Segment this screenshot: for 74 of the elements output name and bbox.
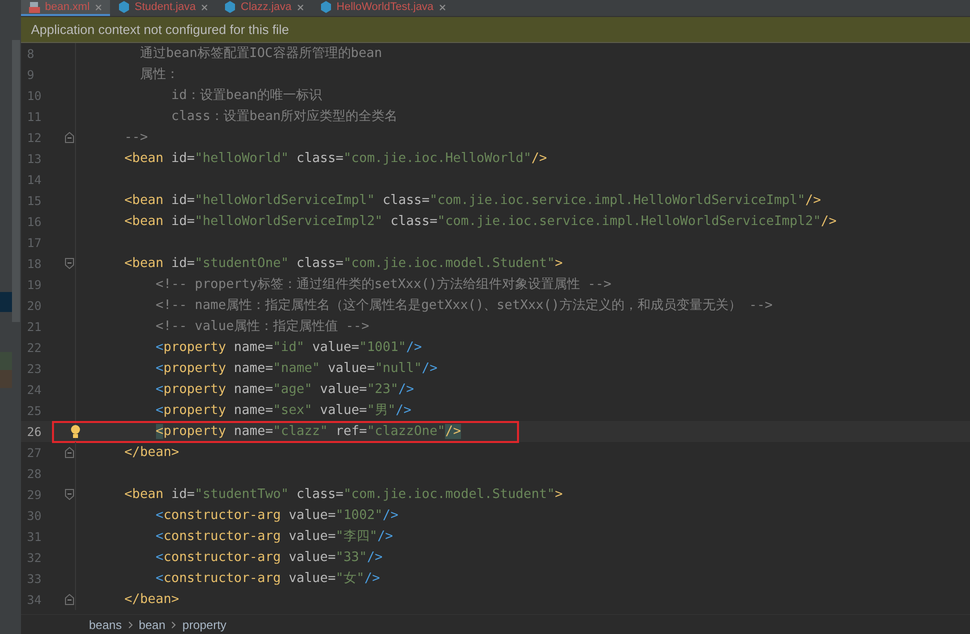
class-file-icon	[320, 1, 332, 13]
code-line: <property name="sex" value="男"/>	[154, 402, 412, 420]
line-number: 26	[26, 424, 42, 440]
code-line: <bean id="studentTwo" class="com.jie.ioc.model.Student">	[123, 486, 563, 504]
line-number: 27	[26, 444, 42, 462]
fold-icon[interactable]	[65, 258, 74, 269]
line-number: 9	[26, 66, 36, 84]
line-number: 17	[26, 234, 42, 252]
line-number: 13	[26, 150, 42, 168]
code-line: <bean id="helloWorldServiceImpl" class="com.jie.ioc.service.impl.HelloWorldServiceImpl"/>	[123, 192, 821, 210]
line-number: 34	[26, 592, 42, 608]
close-icon[interactable]	[200, 4, 208, 10]
code-line: </bean>	[123, 444, 180, 462]
fold-icon[interactable]	[65, 132, 74, 143]
line-number: 28	[26, 466, 42, 482]
editor-tab[interactable]: Student.java	[110, 0, 216, 16]
code-line: <!-- property标签：通过组件类的setXxx()方法给组件对象设置属性 -->	[154, 276, 612, 294]
code-line: id：设置bean的唯一标识	[170, 86, 322, 104]
code-line: <bean id="studentOne" class="com.jie.ioc.model.Student">	[123, 254, 563, 272]
editor-tab[interactable]: bean.xml	[21, 0, 110, 16]
line-number: 25	[26, 402, 42, 420]
line-number: 22	[26, 340, 42, 356]
code-line: </bean>	[123, 590, 180, 608]
code-line: <bean id="helloWorld" class="com.jie.ioc.HelloWorld"/>	[123, 150, 547, 168]
code-line: <constructor-arg value="33"/>	[154, 548, 383, 566]
editor-tab[interactable]: HelloWorldTest.java	[312, 0, 454, 16]
code-line: <bean id="helloWorldServiceImpl2" class="com.jie.ioc.service.impl.HelloWorldServiceImpl2"/>	[123, 212, 837, 230]
code-line: <property name="age" value="23"/>	[154, 380, 414, 398]
editor-tab[interactable]: Clazz.java	[216, 0, 312, 16]
line-number: 29	[26, 486, 42, 504]
code-line: -->	[123, 128, 148, 146]
code-line: <property name="name" value="null"/>	[154, 360, 438, 378]
code-line: class：设置bean所对应类型的全类名	[170, 108, 398, 126]
line-number: 16	[26, 214, 42, 230]
code-line: <constructor-arg value="李四"/>	[154, 528, 393, 546]
code-line: <constructor-arg value="女"/>	[154, 570, 380, 588]
code-line: 属性：	[138, 66, 179, 84]
chevron-icon	[171, 620, 176, 628]
code-line: <!-- name属性：指定属性名（这个属性名是getXxx()、setXxx()方法定义的，和成员变量无关） -->	[154, 296, 773, 314]
line-number: 15	[26, 192, 42, 210]
line-number: 32	[26, 550, 42, 566]
chevron-icon	[128, 620, 133, 628]
line-number: 12	[26, 130, 42, 146]
line-number: 19	[26, 276, 42, 294]
line-number: 14	[26, 172, 42, 188]
breadcrumb[interactable]: property	[182, 616, 226, 634]
breadcrumb[interactable]: bean	[138, 616, 166, 634]
code-line: <constructor-arg value="1002"/>	[154, 506, 398, 524]
line-number: 21	[26, 318, 42, 336]
fold-icon[interactable]	[65, 447, 74, 458]
close-icon[interactable]	[296, 4, 304, 10]
line-number: 33	[26, 570, 42, 588]
line-number: 24	[26, 382, 42, 398]
line-number: 31	[26, 528, 42, 546]
fold-icon[interactable]	[65, 594, 74, 605]
line-number: 11	[26, 108, 42, 126]
class-file-icon	[224, 1, 236, 13]
code-line: <!-- value属性：指定属性值 -->	[154, 318, 370, 336]
notification-banner: Application context not configured for this file	[21, 17, 970, 43]
code-line: <property name="id" value="1001"/>	[154, 338, 422, 356]
breadcrumb[interactable]: beans	[89, 616, 122, 634]
close-icon[interactable]	[438, 4, 446, 10]
line-number: 8	[26, 46, 36, 62]
line-number: 23	[26, 360, 42, 378]
line-number: 20	[26, 298, 42, 314]
xml-file-icon	[29, 2, 40, 12]
lightbulb-icon[interactable]	[69, 424, 82, 439]
line-number: 10	[26, 88, 42, 104]
fold-icon[interactable]	[65, 489, 74, 500]
line-number: 18	[26, 256, 42, 272]
class-file-icon	[118, 1, 130, 13]
close-icon[interactable]	[94, 4, 102, 10]
code-line: 通过bean标签配置IOC容器所管理的bean	[138, 44, 382, 62]
line-number: 30	[26, 508, 42, 524]
